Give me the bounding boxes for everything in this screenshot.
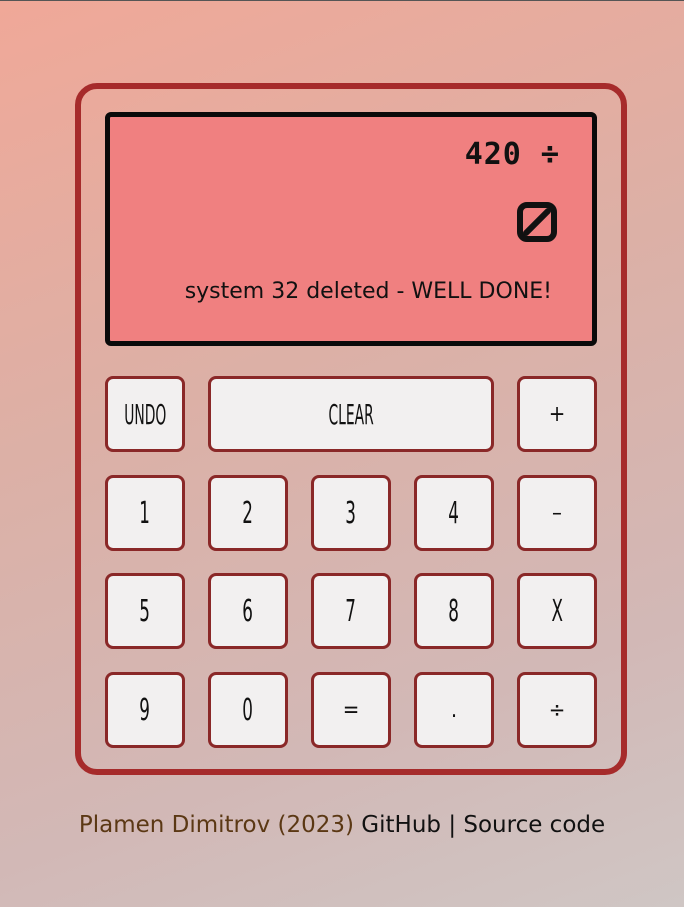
digit-3-label: 3 xyxy=(345,495,357,531)
undo-button[interactable]: UNDO xyxy=(105,376,185,452)
multiply-button[interactable]: X xyxy=(517,573,597,649)
digit-5-button[interactable]: 5 xyxy=(105,573,185,649)
undo-label: UNDO xyxy=(123,397,167,431)
decimal-label: . xyxy=(450,697,458,723)
status-message: system 32 deleted - WELL DONE! xyxy=(184,279,552,304)
digit-4-button[interactable]: 4 xyxy=(414,475,494,551)
empty-set-icon xyxy=(517,202,557,242)
digit-7-label: 7 xyxy=(345,593,357,629)
digit-9-label: 9 xyxy=(139,692,151,728)
clear-button[interactable]: CLEAR xyxy=(208,376,494,452)
digit-0-button[interactable]: 0 xyxy=(208,672,288,748)
footer-separator: | xyxy=(448,812,457,838)
digit-9-button[interactable]: 9 xyxy=(105,672,185,748)
digit-8-label: 8 xyxy=(448,593,460,629)
github-link[interactable]: GitHub xyxy=(361,812,441,838)
digit-1-button[interactable]: 1 xyxy=(105,475,185,551)
decimal-button[interactable]: . xyxy=(414,672,494,748)
digit-6-label: 6 xyxy=(242,593,254,629)
digit-8-button[interactable]: 8 xyxy=(414,573,494,649)
author-credit: Plamen Dimitrov (2023) xyxy=(78,812,354,838)
equals-label: = xyxy=(342,697,360,723)
source-code-link[interactable]: Source code xyxy=(463,812,605,838)
divide-label: ÷ xyxy=(548,697,566,723)
equals-button[interactable]: = xyxy=(311,672,391,748)
minus-button[interactable]: – xyxy=(517,475,597,551)
digit-3-button[interactable]: 3 xyxy=(311,475,391,551)
footer: Plamen Dimitrov (2023) GitHub | Source c… xyxy=(0,812,684,838)
divide-button[interactable]: ÷ xyxy=(517,672,597,748)
digit-1-label: 1 xyxy=(139,495,151,531)
minus-label: – xyxy=(552,500,562,526)
digit-0-label: 0 xyxy=(242,692,254,728)
digit-2-label: 2 xyxy=(242,495,254,531)
calculator-display: 420 ÷ system 32 deleted - WELL DONE! xyxy=(105,112,597,346)
clear-label: CLEAR xyxy=(328,397,374,431)
plus-label: + xyxy=(548,401,566,427)
plus-button[interactable]: + xyxy=(517,376,597,452)
digit-6-button[interactable]: 6 xyxy=(208,573,288,649)
multiply-label: X xyxy=(551,593,563,629)
digit-2-button[interactable]: 2 xyxy=(208,475,288,551)
expression-text: 420 ÷ xyxy=(464,137,560,172)
digit-5-label: 5 xyxy=(139,593,151,629)
digit-4-label: 4 xyxy=(448,495,460,531)
top-border-line xyxy=(0,0,684,1)
digit-7-button[interactable]: 7 xyxy=(311,573,391,649)
